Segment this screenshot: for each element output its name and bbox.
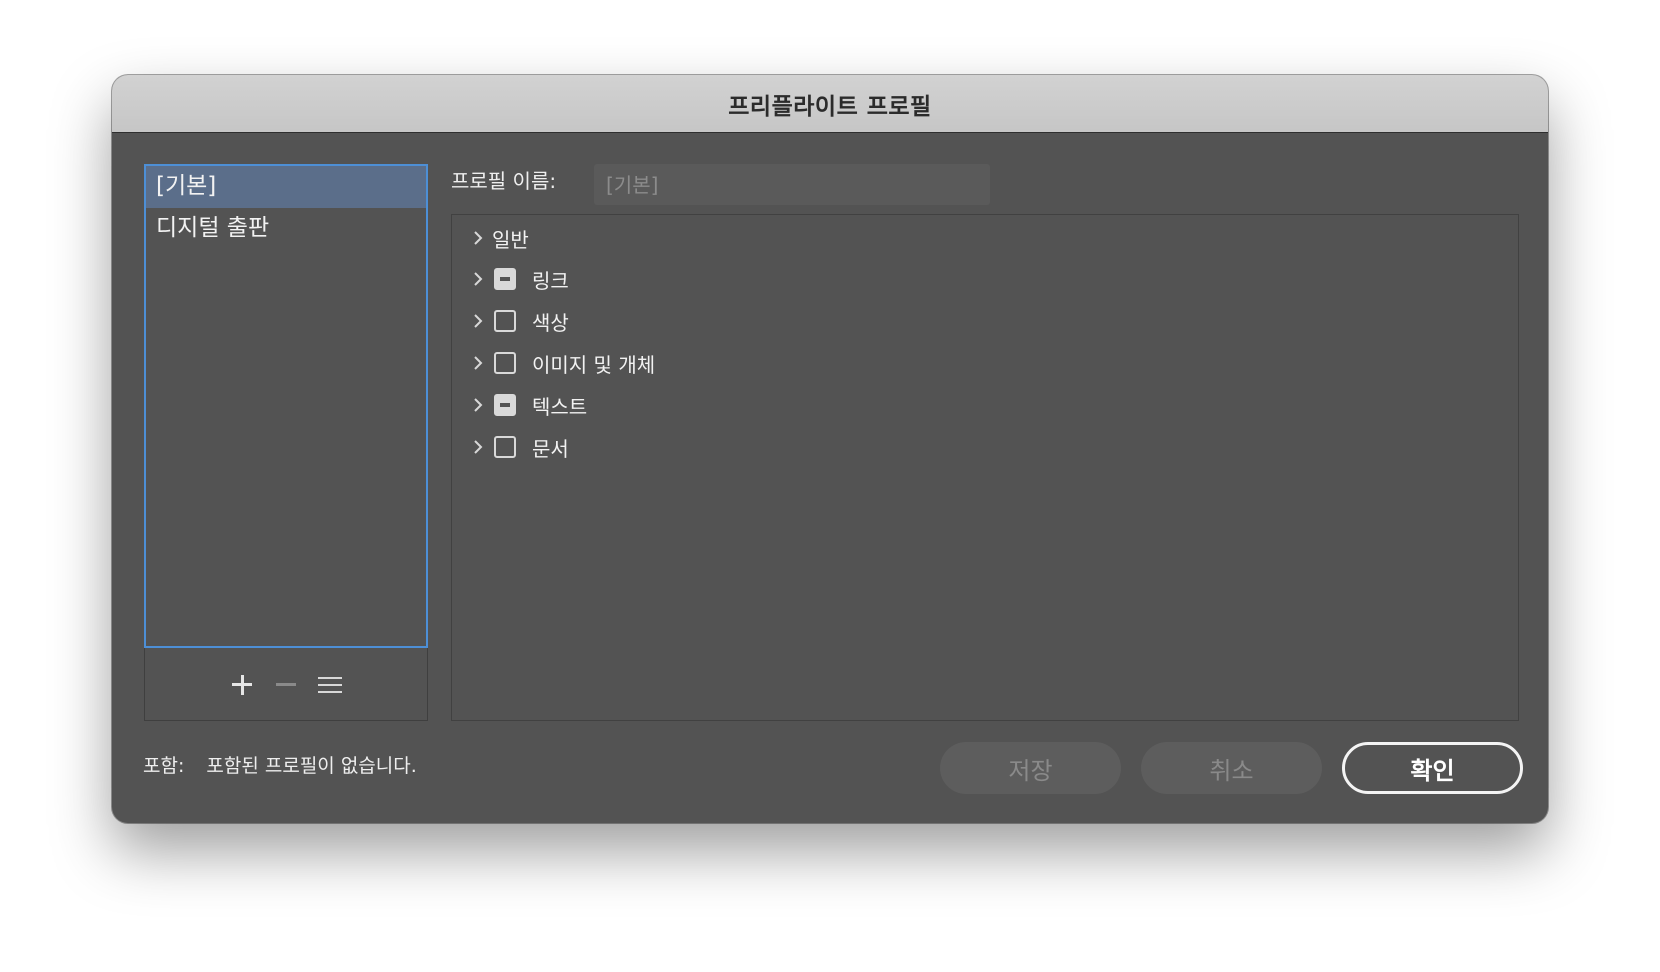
tree-row-general[interactable]: 일반 — [470, 222, 529, 254]
tree-row-links[interactable]: 링크 — [470, 263, 569, 295]
profile-item-default[interactable]: [기본] — [146, 166, 426, 208]
text-checkbox[interactable] — [494, 394, 516, 416]
document-checkbox[interactable] — [494, 436, 516, 458]
tree-row-color[interactable]: 색상 — [470, 305, 569, 337]
tree-row-images-objects[interactable]: 이미지 및 개체 — [470, 347, 655, 379]
category-tree: 일반 링크 색상 이미지 및 개체 텍스트 문서 — [451, 214, 1519, 721]
tree-label: 이미지 및 개체 — [532, 352, 656, 377]
menu-icon[interactable] — [316, 671, 344, 699]
plus-icon[interactable] — [228, 671, 256, 699]
minus-icon[interactable] — [272, 671, 300, 699]
profile-item-digital-publishing[interactable]: 디지털 출판 — [146, 208, 426, 250]
chevron-right-icon[interactable] — [470, 353, 486, 373]
tree-row-text[interactable]: 텍스트 — [470, 389, 587, 421]
dialog-title: 프리플라이트 프로필 — [728, 93, 932, 120]
chevron-right-icon[interactable] — [470, 228, 486, 248]
profile-list-toolbar — [145, 649, 427, 720]
preflight-profiles-dialog: 프리플라이트 프로필 [기본] 디지털 출판 프로필 이름: [기본] 일반 링… — [112, 75, 1548, 823]
chevron-right-icon[interactable] — [470, 437, 486, 457]
save-button[interactable]: 저장 — [940, 742, 1121, 794]
tree-label: 일반 — [492, 227, 529, 252]
embed-value: 포함된 프로필이 없습니다. — [206, 755, 417, 777]
tree-label: 색상 — [532, 310, 569, 335]
chevron-right-icon[interactable] — [470, 311, 486, 331]
profile-name-field[interactable]: [기본] — [594, 164, 990, 205]
title-bar: 프리플라이트 프로필 — [112, 75, 1548, 133]
embedded-profile-status: 포함: 포함된 프로필이 없습니다. — [143, 751, 417, 778]
tree-label: 링크 — [532, 268, 569, 293]
tree-label: 문서 — [532, 436, 569, 461]
profile-list[interactable]: [기본] 디지털 출판 — [144, 164, 428, 648]
tree-label: 텍스트 — [532, 394, 588, 419]
profile-name-label: 프로필 이름: — [451, 169, 557, 193]
ok-button[interactable]: 확인 — [1342, 742, 1523, 794]
tree-row-document[interactable]: 문서 — [470, 431, 569, 463]
color-checkbox[interactable] — [494, 310, 516, 332]
embed-label: 포함: — [143, 755, 185, 777]
profile-list-panel: [기본] 디지털 출판 — [144, 164, 428, 721]
cancel-button[interactable]: 취소 — [1141, 742, 1322, 794]
links-checkbox[interactable] — [494, 268, 516, 290]
chevron-right-icon[interactable] — [470, 269, 486, 289]
images-objects-checkbox[interactable] — [494, 352, 516, 374]
chevron-right-icon[interactable] — [470, 395, 486, 415]
